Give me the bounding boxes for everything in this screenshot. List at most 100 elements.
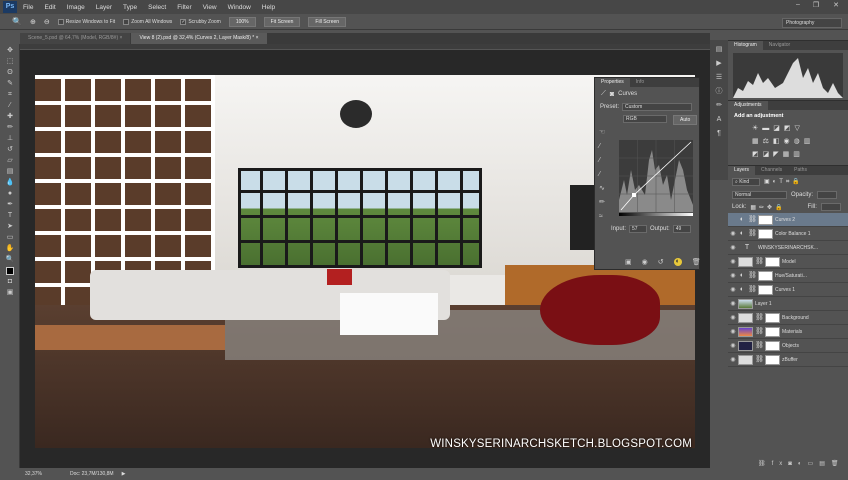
tab-scene[interactable]: Scene_5.psd @ 64,7% (Model, RGB/8#) × bbox=[20, 33, 131, 44]
visibility-eye-icon[interactable]: ◉ bbox=[728, 286, 738, 293]
layer-row[interactable]: ◉ ⛓ Materials bbox=[728, 325, 848, 339]
minimize-icon[interactable]: – bbox=[792, 1, 804, 11]
output-field[interactable]: 49 bbox=[672, 225, 691, 233]
eraser-icon[interactable]: ▱ bbox=[5, 157, 15, 165]
delete-icon[interactable]: 🗑 bbox=[692, 258, 701, 266]
path-select-icon[interactable]: ➤ bbox=[5, 223, 15, 231]
menu-view[interactable]: View bbox=[203, 4, 217, 11]
visibility-eye-icon[interactable]: ◉ bbox=[728, 244, 738, 251]
workspace-select[interactable]: Photography bbox=[782, 18, 842, 28]
quick-select-icon[interactable]: ✎ bbox=[5, 80, 15, 88]
visibility-eye-icon[interactable]: ◉ bbox=[728, 328, 738, 335]
paragraph-icon[interactable]: ¶ bbox=[714, 130, 724, 138]
tab-channels[interactable]: Channels bbox=[755, 166, 788, 175]
adjustment-icons[interactable]: ☀▬◪◩▽ ▦⚖◧◉◍▥ ◩◪◤▦▥ bbox=[728, 122, 848, 161]
tab-paths[interactable]: Paths bbox=[788, 166, 813, 175]
brush-tool-icon[interactable]: ✏ bbox=[5, 124, 15, 132]
lasso-tool-icon[interactable]: ʘ bbox=[5, 69, 15, 77]
layer-footer-icons[interactable]: ⛓fx◙◐▭▤🗑 bbox=[758, 460, 845, 467]
menu-type[interactable]: Type bbox=[123, 4, 137, 11]
layer-row[interactable]: ◉ ⛓ Objects bbox=[728, 339, 848, 353]
opacity-field[interactable] bbox=[817, 191, 838, 199]
type-tool-icon[interactable]: T bbox=[5, 212, 15, 220]
eyedropper-black-icon[interactable]: ⁄ bbox=[599, 140, 613, 154]
character-icon[interactable]: A bbox=[714, 116, 724, 124]
layer-row[interactable]: ◉ ◐ ⛓ Hue/Saturati... bbox=[728, 269, 848, 283]
clip-to-layer-icon[interactable]: ▣ bbox=[625, 258, 632, 266]
menu-help[interactable]: Help bbox=[262, 4, 275, 11]
zoom-out-icon[interactable]: ⊖ bbox=[44, 18, 50, 26]
layer-row[interactable]: ◉ Layer 1 bbox=[728, 297, 848, 311]
menu-file[interactable]: File bbox=[23, 4, 33, 11]
preset-select[interactable]: Custom bbox=[622, 103, 693, 111]
marquee-tool-icon[interactable]: ⬚ bbox=[5, 58, 15, 66]
channel-select[interactable]: RGB bbox=[623, 115, 667, 123]
layer-row[interactable]: ◉ ◐ ⛓ Curves 1 bbox=[728, 283, 848, 297]
restore-icon[interactable]: ❐ bbox=[810, 1, 822, 11]
visibility-eye-icon[interactable]: ◉ bbox=[728, 272, 738, 279]
visibility-eye-icon[interactable]: ◉ bbox=[728, 300, 738, 307]
actions-icon[interactable]: ▶ bbox=[714, 60, 724, 68]
layer-row[interactable]: ◉ ◐ ⛓ Color Balance 1 bbox=[728, 227, 848, 241]
fit-screen-button[interactable]: Fit Screen bbox=[263, 16, 301, 27]
layer-row[interactable]: ◉ T WINSKYSERINARCHSK... bbox=[728, 241, 848, 255]
on-image-adjust-icon[interactable]: ☜ bbox=[599, 126, 613, 140]
smooth-icon[interactable]: ≈ bbox=[599, 210, 613, 224]
filter-icons[interactable]: ▣◐T⌗🔒 bbox=[764, 178, 803, 186]
blur-tool-icon[interactable]: 💧 bbox=[5, 179, 15, 187]
auto-button[interactable]: Auto bbox=[673, 115, 698, 125]
quick-mask-icon[interactable]: ◘ bbox=[5, 278, 15, 286]
visibility-icon[interactable]: ◐ bbox=[673, 258, 682, 266]
menu-filter[interactable]: Filter bbox=[177, 4, 191, 11]
properties-icon[interactable]: ☰ bbox=[714, 74, 724, 82]
tab-adjustments[interactable]: Adjustments bbox=[728, 101, 768, 110]
menu-layer[interactable]: Layer bbox=[96, 4, 112, 11]
brush-icon[interactable]: ✏ bbox=[714, 102, 724, 110]
visibility-eye-icon[interactable]: ◉ bbox=[728, 356, 738, 363]
screen-mode-icon[interactable]: ▣ bbox=[5, 289, 15, 297]
layer-row[interactable]: ◉ ⛓ Background bbox=[728, 311, 848, 325]
layer-row[interactable]: ◉ ⛓ Model bbox=[728, 255, 848, 269]
stamp-tool-icon[interactable]: ⊥ bbox=[5, 135, 15, 143]
input-field[interactable]: 57 bbox=[629, 225, 648, 233]
visibility-eye-icon[interactable]: ◉ bbox=[728, 342, 738, 349]
move-tool-icon[interactable]: ✥ bbox=[5, 47, 15, 55]
close-icon[interactable]: ✕ bbox=[830, 1, 842, 11]
eyedropper-icon[interactable]: ⁄ bbox=[5, 102, 15, 110]
fill-field[interactable] bbox=[820, 203, 841, 211]
tab-navigator[interactable]: Navigator bbox=[763, 41, 796, 50]
hand-tool-icon[interactable]: ✋ bbox=[5, 245, 15, 253]
history-icon[interactable]: ▤ bbox=[714, 46, 724, 54]
scrubby-zoom-checkbox[interactable]: ✓ Scrubby Zoom bbox=[180, 18, 221, 25]
tab-view8[interactable]: View 8 (2).psd @ 32,4% (Curves 2, Layer … bbox=[131, 33, 267, 44]
dodge-tool-icon[interactable]: ● bbox=[5, 190, 15, 198]
visibility-eye-icon[interactable]: ◉ bbox=[728, 230, 738, 237]
shape-tool-icon[interactable]: ▭ bbox=[5, 234, 15, 242]
blend-mode-select[interactable]: Normal bbox=[732, 191, 787, 199]
tab-info[interactable]: Info bbox=[630, 78, 650, 87]
zoom-level[interactable]: 32,37% bbox=[25, 471, 42, 477]
curves-graph[interactable] bbox=[619, 140, 693, 216]
crop-tool-icon[interactable]: ⌗ bbox=[5, 91, 15, 99]
menu-window[interactable]: Window bbox=[228, 4, 251, 11]
menu-image[interactable]: Image bbox=[67, 4, 85, 11]
menu-select[interactable]: Select bbox=[148, 4, 166, 11]
view-previous-icon[interactable]: ◉ bbox=[642, 258, 648, 266]
zoom-in-icon[interactable]: ⊕ bbox=[30, 18, 36, 26]
pencil-icon[interactable]: ✏ bbox=[599, 196, 613, 210]
eyedropper-white-icon[interactable]: ⁄ bbox=[599, 168, 613, 182]
pen-tool-icon[interactable]: ✒ bbox=[5, 201, 15, 209]
reset-icon[interactable]: ↺ bbox=[658, 258, 664, 266]
zoom-100-button[interactable]: 100% bbox=[228, 16, 256, 27]
tab-layers[interactable]: Layers bbox=[728, 166, 756, 175]
info-icon[interactable]: ⓘ bbox=[714, 88, 724, 96]
fill-screen-button[interactable]: Fill Screen bbox=[308, 16, 347, 27]
zoom-tool-icon[interactable]: 🔍 bbox=[5, 256, 15, 264]
color-swatches[interactable] bbox=[5, 267, 15, 275]
filter-kind-select[interactable]: ⌕ Kind bbox=[732, 178, 760, 186]
zoom-all-checkbox[interactable]: Zoom All Windows bbox=[123, 18, 172, 25]
eyedropper-gray-icon[interactable]: ⁄ bbox=[599, 154, 613, 168]
layer-row[interactable]: ◉ ⛓ zBuffer bbox=[728, 353, 848, 367]
menu-edit[interactable]: Edit bbox=[44, 4, 55, 11]
healing-brush-icon[interactable]: ✚ bbox=[5, 113, 15, 121]
